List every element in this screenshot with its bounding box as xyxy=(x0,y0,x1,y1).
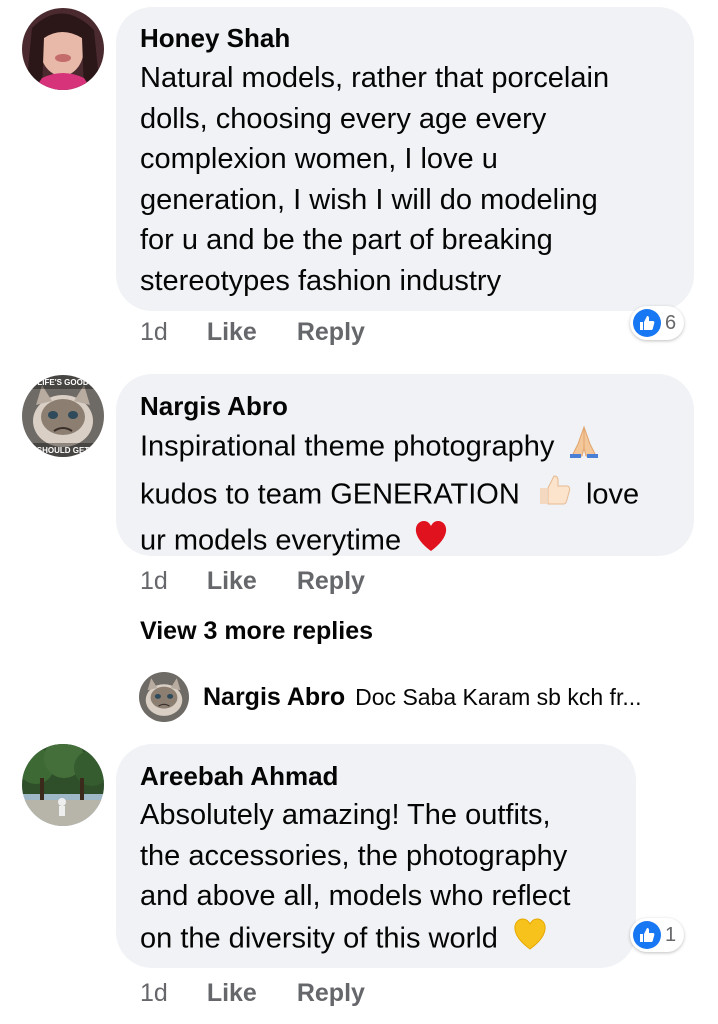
view-more-replies-link[interactable]: View 3 more replies xyxy=(140,617,373,646)
comment-line-text: love xyxy=(585,477,640,510)
reply-button[interactable]: Reply xyxy=(297,979,365,1008)
red-heart-emoji xyxy=(413,519,449,565)
like-button[interactable]: Like xyxy=(207,979,257,1008)
comment-text: Natural models, rather that porcelain do… xyxy=(140,58,685,301)
yellow-heart-emoji xyxy=(512,917,548,963)
comment-actions: 1d Like Reply xyxy=(140,318,365,347)
comment-line: on the diversity of this world xyxy=(140,917,630,963)
comment-text: Absolutely amazing! The outfits, the acc… xyxy=(140,795,630,962)
comment-line: stereotypes fashion industry xyxy=(140,264,502,297)
comment-line: ur models everytime xyxy=(140,519,685,565)
avatar-caption-bottom: SHOULD GET xyxy=(37,446,90,455)
comment-author[interactable]: Areebah Ahmad xyxy=(140,761,338,792)
comment-line: generation, I wish I will do modeling xyxy=(140,183,598,216)
comment-line-text: ur models everytime xyxy=(140,524,402,557)
folded-hands-emoji xyxy=(566,424,602,472)
avatar-nargis-abro-small xyxy=(139,672,189,722)
avatar-honey-shah[interactable] xyxy=(22,8,104,90)
comment-actions: 1d Like Reply xyxy=(140,567,365,596)
comment-author[interactable]: Honey Shah xyxy=(140,23,290,54)
comment-line: Absolutely amazing! The outfits, xyxy=(140,799,551,831)
reaction-count: 1 xyxy=(665,923,677,946)
comment-line: complexion women, I love u xyxy=(140,143,498,175)
comment-text: Inspirational theme photography kudos to… xyxy=(140,424,685,565)
comment-line: dolls, choosing every age every xyxy=(140,102,547,135)
timestamp[interactable]: 1d xyxy=(140,567,168,596)
comment-author[interactable]: Nargis Abro xyxy=(140,391,288,422)
thumbs-up-emoji xyxy=(536,472,572,520)
timestamp[interactable]: 1d xyxy=(140,979,168,1008)
reply-button[interactable]: Reply xyxy=(297,318,365,347)
comment-line-text: Inspirational theme photography xyxy=(140,430,555,463)
comment-line: and above all, models who reflect xyxy=(140,880,571,912)
like-reaction-icon xyxy=(633,309,661,337)
reaction-count: 6 xyxy=(665,311,677,334)
avatar-caption-top: LIFE'S GOOD xyxy=(37,378,88,387)
reply-button[interactable]: Reply xyxy=(297,567,365,596)
like-reaction-icon xyxy=(633,921,661,949)
timestamp[interactable]: 1d xyxy=(140,318,168,347)
reply-preview[interactable]: Nargis Abro Doc Saba Karam sb kch fr... xyxy=(139,672,642,722)
comment-line: Inspirational theme photography xyxy=(140,424,685,472)
like-button[interactable]: Like xyxy=(207,318,257,347)
comment-actions: 1d Like Reply xyxy=(140,979,365,1008)
avatar-areebah-ahmad[interactable] xyxy=(22,744,104,826)
avatar-nargis-abro[interactable]: LIFE'S GOOD SHOULD GET xyxy=(22,375,104,457)
reply-author[interactable]: Nargis Abro xyxy=(203,683,345,712)
like-button[interactable]: Like xyxy=(207,567,257,596)
reaction-summary[interactable]: 6 xyxy=(630,306,685,340)
comment-line-text: on the diversity of this world xyxy=(140,921,498,954)
comment-line: Natural models, rather that porcelain xyxy=(140,62,610,94)
comment-line: kudos to team GENERATION love xyxy=(140,472,685,520)
comment-line: for u and be the part of breaking xyxy=(140,224,553,256)
reaction-summary[interactable]: 1 xyxy=(630,918,685,952)
comment-line-text: kudos to team GENERATION xyxy=(140,477,520,510)
reply-snippet: Doc Saba Karam sb kch fr... xyxy=(355,683,642,710)
comment-line: the accessories, the photography xyxy=(140,839,568,872)
